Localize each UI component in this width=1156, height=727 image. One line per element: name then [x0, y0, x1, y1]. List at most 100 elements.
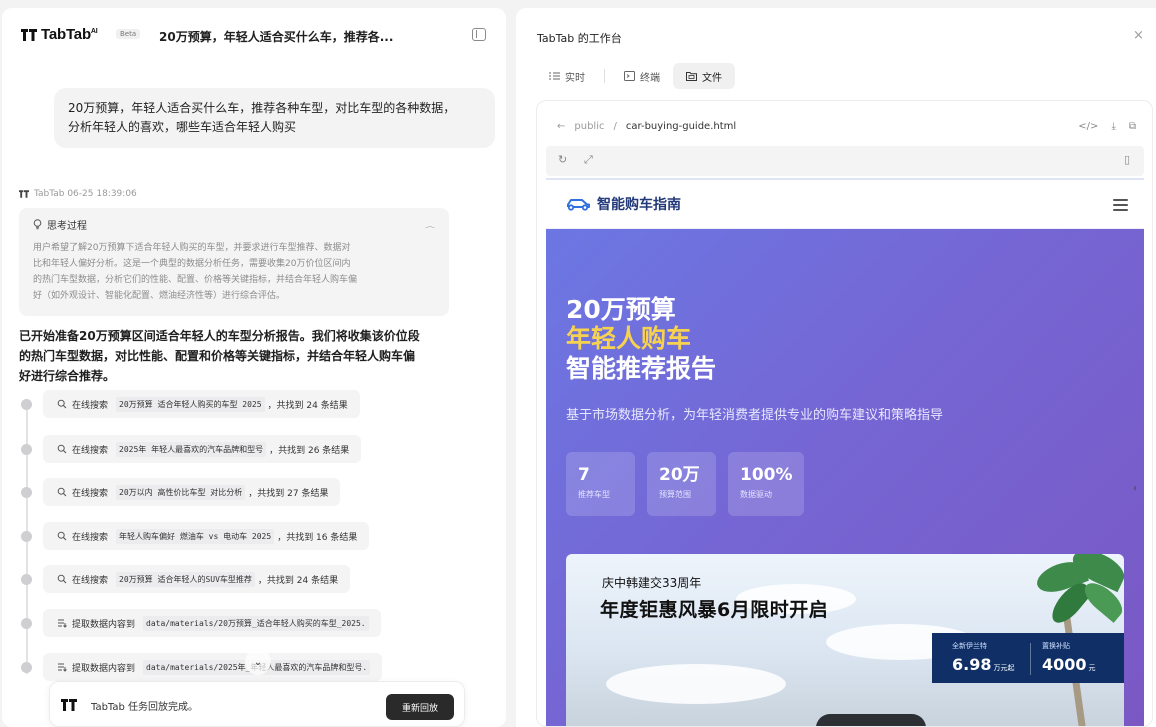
file-viewer: ← public / car-buying-guide.html </> ⤓ ⧉…	[536, 100, 1153, 727]
tab-divider	[604, 69, 605, 83]
thinking-label: 思考过程	[47, 221, 87, 232]
user-message-line: 分析年轻人的喜欢，哪些车适合年轻人购买	[68, 120, 297, 134]
step-verb: 在线搜索	[72, 445, 109, 456]
download-icon[interactable]: ⤓	[1111, 121, 1115, 132]
step-chip[interactable]: 在线搜索 20万预算 适合年轻人购买的车型 2025 ，共找到 24 条结果	[43, 390, 360, 418]
copy-icon[interactable]: ⧉	[1129, 121, 1136, 132]
terminal-icon	[624, 71, 635, 81]
step-dot	[21, 399, 32, 410]
file-actions: </> ⤓ ⧉	[1078, 121, 1136, 132]
stat-card: 7 推荐车型	[566, 452, 635, 516]
hamburger-menu-icon[interactable]	[1113, 199, 1128, 211]
replay-status-text: TabTab 任务回放完成。	[91, 702, 199, 713]
back-arrow-icon[interactable]: ←	[557, 121, 565, 132]
user-message-line: 20万预算，年轻人适合买什么车，推荐各种车型，对比车型的各种数据，	[68, 101, 456, 115]
step-verb: 在线搜索	[72, 575, 109, 586]
site-logo[interactable]: 智能购车指南	[566, 194, 681, 214]
tab-realtime[interactable]: 实时	[536, 63, 598, 89]
step-chip[interactable]: 在线搜索 20万以内 高性价比车型 对比分析 ，共找到 27 条结果	[43, 478, 341, 506]
step-chip[interactable]: 在线搜索 年轻人购车偏好 燃油车 vs 电动车 2025 ，共找到 16 条结果	[43, 522, 370, 550]
step-chip[interactable]: 提取数据内容到 data/materials/2025年_年轻人最喜欢的汽车品牌…	[43, 653, 383, 681]
replay-status-bar: TabTab 任务回放完成。 重新回放	[49, 681, 465, 727]
tab-label: 实时	[565, 72, 585, 84]
step-chip[interactable]: 提取数据内容到 data/materials/20万预算_适合年轻人购买的车型_…	[43, 609, 381, 637]
preview-toolbar: ↻ ⤢ ▯	[546, 146, 1144, 176]
lightbulb-icon	[33, 219, 42, 230]
page-preview: 智能购车指南 20万预算 年轻人购车 智能推荐报告 基于市场数据分析，为年轻消费…	[546, 180, 1144, 726]
stat-value: 7	[578, 465, 590, 485]
stat-label: 推荐车型	[578, 490, 610, 499]
step-query: 20万以内 高性价比车型 对比分析	[116, 484, 246, 500]
tabtab-logo-icon	[19, 190, 29, 198]
search-icon	[57, 531, 67, 541]
chevron-up-icon[interactable]: ︿	[425, 221, 435, 230]
replay-button[interactable]: 重新回放	[386, 694, 454, 720]
step-query: 年轻人购车偏好 燃油车 vs 电动车 2025	[116, 528, 275, 544]
hero-section: 20万预算 年轻人购车 智能推荐报告 基于市场数据分析，为年轻消费者提供专业的购…	[546, 229, 1144, 726]
workspace-title: TabTab 的工作台	[537, 32, 622, 45]
scroll-to-bottom-button[interactable]: ⌄	[245, 649, 271, 675]
thinking-panel: 思考过程 ︿ 用户希望了解20万预算下适合年轻人购买的车型，并要求进行车型推荐、…	[19, 208, 449, 316]
promo-banner[interactable]: 庆中韩建交33周年 年度钜惠风暴6月限时开启 全新伊兰特 6.98 万元起 置换补…	[566, 554, 1124, 726]
expand-icon[interactable]: ⤢	[584, 153, 593, 167]
assistant-meta: TabTab 06-25 18:39:06	[18, 189, 137, 199]
step-result: ，共找到 24 条结果	[257, 575, 339, 586]
step-result: ，共找到 27 条结果	[248, 488, 329, 499]
device-icon[interactable]: ▯	[1124, 153, 1130, 166]
banner-title: 年度钜惠风暴6月限时开启	[600, 599, 829, 621]
breadcrumb-folder[interactable]: public	[574, 121, 604, 132]
hero-title-line3: 智能推荐报告	[566, 354, 717, 383]
subsidy-value: 4000 元	[1042, 655, 1096, 674]
brand-name: TabTabAI	[41, 26, 98, 43]
thinking-line: 的热门车型数据，分析它们的性能、配置、价格等关键指标，并结合年轻人购车偏	[33, 275, 358, 285]
step-chip[interactable]: 在线搜索 20万预算 适合年轻人的SUV车型推荐 ，共找到 24 条结果	[43, 565, 351, 593]
step-verb: 在线搜索	[72, 532, 109, 543]
site-navbar: 智能购车指南	[546, 180, 1144, 229]
tab-files[interactable]: 文件	[673, 63, 735, 89]
conversation-panel: TabTabAI Beta 20万预算，年轻人适合买什么车，推荐各... 20万…	[2, 8, 506, 727]
tab-label: 终端	[640, 72, 660, 84]
close-icon[interactable]: ×	[1133, 28, 1144, 43]
search-icon	[57, 444, 67, 454]
search-icon	[57, 487, 67, 497]
assistant-timestamp: TabTab 06-25 18:39:06	[34, 189, 137, 199]
step-query: 20万预算 适合年轻人购买的车型 2025	[116, 396, 265, 412]
workspace-panel: TabTab 的工作台 × 实时 终端 文件 ← public / car-bu	[516, 8, 1156, 727]
step-result: ，共找到 24 条结果	[267, 400, 348, 411]
answer-line: 好进行综合推荐。	[19, 369, 116, 383]
conversation-title: 20万预算，年轻人适合买什么车，推荐各...	[159, 30, 394, 44]
brand-logo[interactable]: TabTabAI	[20, 26, 98, 43]
stat-label: 预算范围	[659, 490, 691, 499]
car-icon	[567, 199, 590, 211]
refresh-icon[interactable]: ↻	[558, 153, 567, 166]
step-verb: 在线搜索	[72, 488, 109, 499]
hero-title-line1: 20万预算	[566, 295, 676, 324]
step-result: ，共找到 26 条结果	[269, 445, 350, 456]
search-icon	[57, 574, 67, 584]
tab-label: 文件	[702, 72, 722, 84]
hero-subtitle: 基于市场数据分析，为年轻消费者提供专业的购车建议和策略指导	[566, 408, 944, 423]
price-value: 6.98 万元起	[952, 655, 1015, 674]
tabtab-logo-icon	[21, 28, 37, 41]
hero-title-line2: 年轻人购车	[566, 324, 692, 353]
chevron-left-icon[interactable]: ‹	[1133, 483, 1137, 494]
sidebar-toggle-icon[interactable]	[472, 28, 486, 41]
step-chip[interactable]: 在线搜索 2025年 年轻人最喜欢的汽车品牌和型号 ，共找到 26 条结果	[43, 435, 362, 463]
beta-badge: Beta	[116, 29, 141, 39]
step-query: 20万预算 适合年轻人的SUV车型推荐	[116, 571, 255, 587]
code-view-icon[interactable]: </>	[1078, 121, 1098, 132]
folder-icon	[686, 72, 697, 81]
breadcrumb-file: car-buying-guide.html	[625, 121, 737, 132]
extract-icon	[58, 663, 67, 672]
answer-line: 的热门车型数据，对比性能、配置和价格等关键指标，并结合年轻人购车偏	[19, 349, 416, 363]
conversation-header: TabTabAI Beta 20万预算，年轻人适合买什么车，推荐各...	[2, 8, 506, 60]
app-root: TabTabAI Beta 20万预算，年轻人适合买什么车，推荐各... 20万…	[0, 0, 1156, 727]
step-result: ，共找到 16 条结果	[277, 532, 358, 543]
file-breadcrumb: ← public / car-buying-guide.html	[557, 121, 736, 132]
tabtab-logo-icon	[61, 699, 77, 711]
thinking-header[interactable]: 思考过程	[33, 217, 87, 232]
tab-terminal[interactable]: 终端	[611, 63, 673, 89]
step-verb: 提取数据内容到	[72, 619, 136, 630]
chevron-down-icon: ⌄	[253, 656, 263, 668]
step-dot	[21, 618, 32, 629]
